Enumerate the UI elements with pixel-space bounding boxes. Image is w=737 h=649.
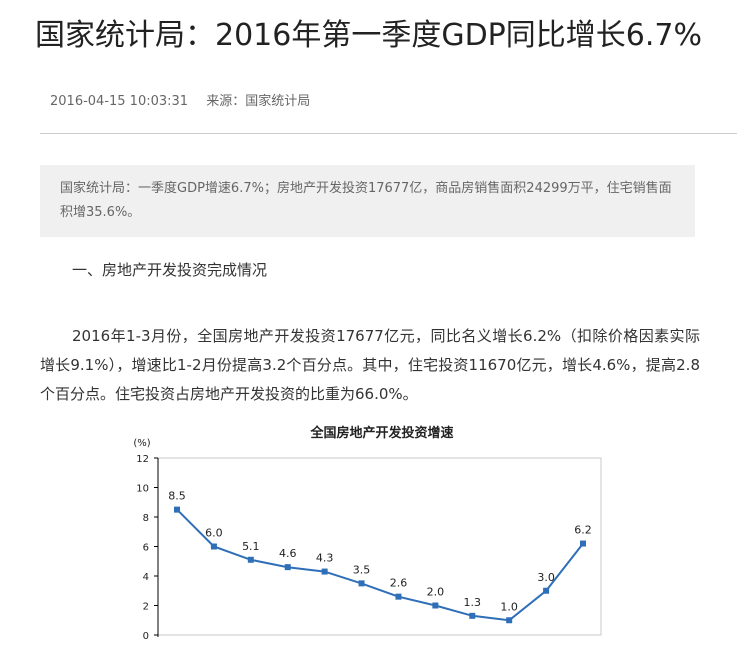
data-point <box>210 543 217 550</box>
summary-box: 国家统计局：一季度GDP增速6.7%；房地产开发投资17677亿，商品房销售面积… <box>40 165 695 237</box>
data-point <box>469 612 476 619</box>
y-tick-label: 8 <box>143 513 149 524</box>
data-point <box>247 556 254 563</box>
summary-text: 国家统计局：一季度GDP增速6.7%；房地产开发投资17677亿，商品房销售面积… <box>60 181 672 220</box>
article-title: 国家统计局：2016年第一季度GDP同比增长6.7% <box>34 18 702 53</box>
data-label: 3.0 <box>537 571 555 584</box>
data-label: 3.5 <box>353 563 371 576</box>
data-label: 6.2 <box>574 524 592 537</box>
data-label: 1.3 <box>464 596 482 609</box>
data-label: 1.0 <box>500 600 518 613</box>
y-tick-label: 0 <box>143 631 149 642</box>
data-label: 2.6 <box>390 577 408 590</box>
data-point <box>506 617 513 624</box>
data-point <box>395 593 402 600</box>
data-label: 4.3 <box>316 552 334 565</box>
series-line <box>176 508 584 622</box>
data-label: 2.0 <box>427 586 445 599</box>
chart-title: 全国房地产开发投资增速 <box>309 425 453 441</box>
plot-frame <box>157 457 602 636</box>
y-tick-label: 10 <box>136 484 149 495</box>
data-label: 8.5 <box>168 490 186 503</box>
source-label[interactable]: 来源：国家统计局 <box>206 94 310 109</box>
y-tick-label: 4 <box>143 572 149 583</box>
title-divider <box>40 133 737 134</box>
data-label: 5.1 <box>242 540 260 553</box>
body-paragraph: 2016年1-3月份，全国房地产开发投资17677亿元，同比名义增长6.2%（扣… <box>40 327 700 403</box>
data-point <box>174 506 180 513</box>
data-point <box>284 564 291 571</box>
y-tick-label: 2 <box>143 602 149 613</box>
data-point <box>580 540 586 547</box>
data-label: 6.0 <box>205 527 223 540</box>
chart-y-unit: (%) <box>133 438 150 449</box>
data-label: 4.6 <box>279 547 297 560</box>
data-point <box>543 587 550 594</box>
chart-svg: 全国房地产开发投资增速 (%) 0 2 4 6 8 10 12 8.5 6.0 5.1 4.6 4.3… <box>133 425 602 642</box>
article-meta: 2016-04-15 10:03:31 来源：国家统计局 <box>50 92 310 112</box>
investment-growth-chart: 全国房地产开发投资增速 (%) 0 2 4 6 8 10 12 8.5 6.0 5.1 4.6 4.3… <box>120 415 620 649</box>
y-tick-label: 12 <box>136 454 149 465</box>
y-tick-label: 6 <box>143 543 149 554</box>
data-point <box>358 580 365 587</box>
data-point <box>432 602 439 609</box>
data-point <box>321 568 328 575</box>
section-heading: 一、房地产开发投资完成情况 <box>72 261 268 279</box>
publish-date: 2016-04-15 10:03:31 <box>50 94 189 109</box>
